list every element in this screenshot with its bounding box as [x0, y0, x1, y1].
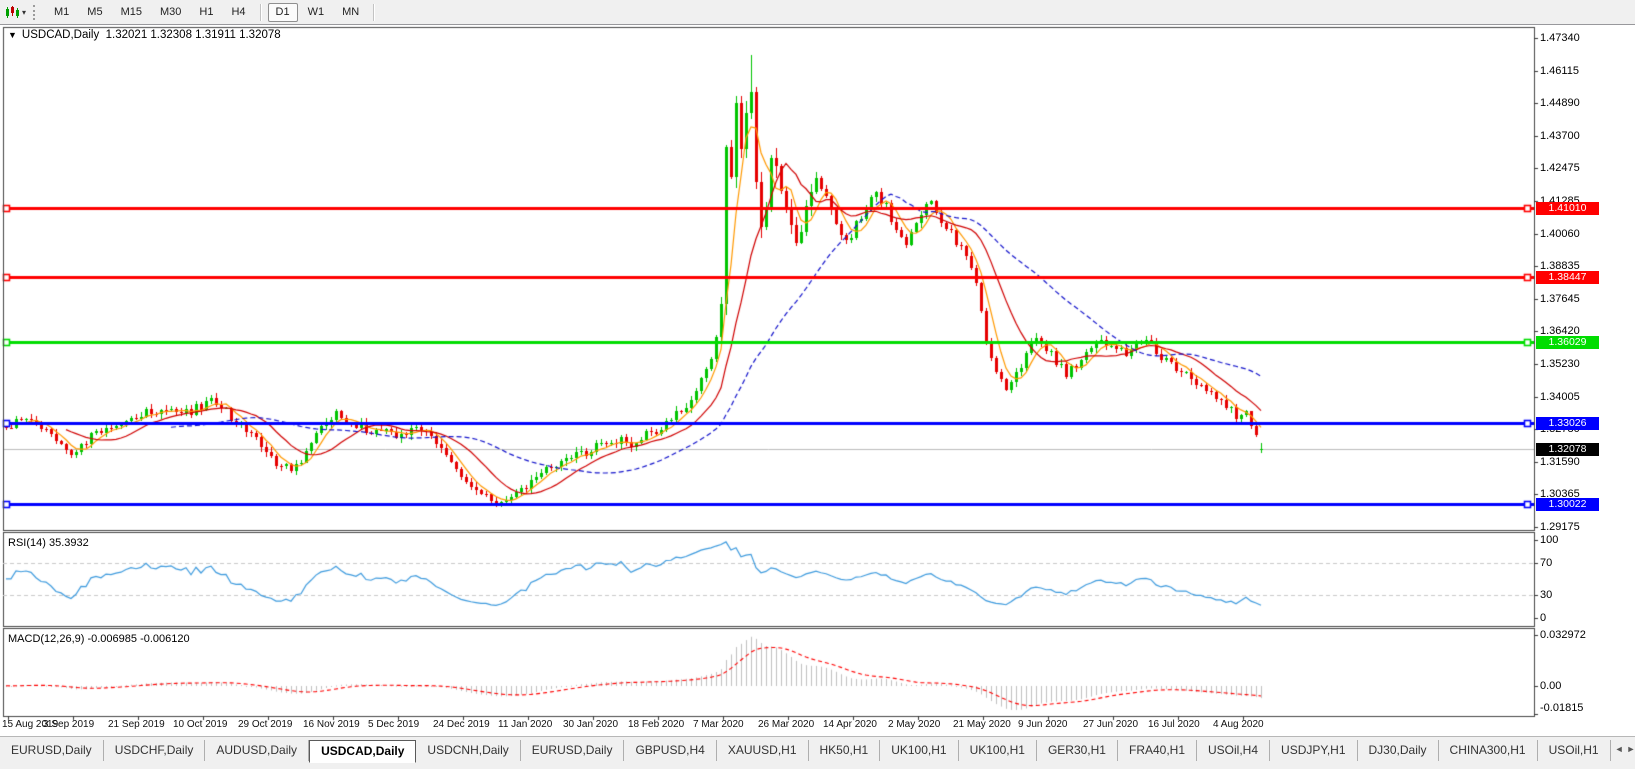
date-axis-label: 14 Apr 2020	[823, 719, 877, 730]
price-level-tag[interactable]: 1.38447	[1536, 271, 1599, 284]
price-level-tag[interactable]: 1.36029	[1536, 336, 1599, 349]
symbol-tab-eurusd-5[interactable]: EURUSD,Daily	[521, 740, 625, 761]
date-axis-label: 4 Aug 2020	[1213, 719, 1264, 730]
timeframe-button-m30[interactable]: M30	[152, 3, 189, 22]
timeframe-button-w1[interactable]: W1	[300, 3, 333, 22]
chart-type-button[interactable]: ▾	[0, 2, 30, 22]
rsi-axis-label: 30	[1540, 588, 1553, 601]
timeframe-button-h4[interactable]: H4	[223, 3, 253, 22]
rsi-axis-label: 70	[1540, 557, 1553, 570]
date-axis-label: 11 Jan 2020	[498, 719, 553, 730]
price-axis-label: 1.31590	[1540, 455, 1580, 468]
symbol-tab-eurusd-0[interactable]: EURUSD,Daily	[0, 740, 104, 761]
symbol-tab-uk100-9[interactable]: UK100,H1	[880, 740, 959, 761]
date-axis-label: 21 Sep 2019	[108, 719, 165, 730]
price-axis-label: 1.29175	[1540, 521, 1580, 533]
symbol-tab-hk50-8[interactable]: HK50,H1	[809, 740, 881, 761]
date-axis-label: 16 Jul 2020	[1148, 719, 1200, 730]
date-axis-label: 16 Nov 2019	[303, 719, 360, 730]
price-axis-label: 1.40060	[1540, 227, 1580, 240]
date-axis-label: 3 Sep 2019	[43, 719, 95, 730]
timeframe-toolbar: ▾ M1 M5 M15 M30 H1 H4 D1 W1 MN	[0, 0, 1635, 25]
tab-scroll-right-icon[interactable]: ►	[1627, 744, 1635, 754]
price-axis-label: 1.35230	[1540, 358, 1580, 370]
price-axis-label: 1.34005	[1540, 390, 1580, 403]
price-level-tag[interactable]: 1.41010	[1536, 202, 1599, 215]
price-level-tag[interactable]: 1.30022	[1536, 498, 1599, 511]
symbol-tabbar: EURUSD,Daily USDCHF,Daily AUDUSD,Daily USDC…	[0, 736, 1635, 769]
date-axis-label: 30 Jan 2020	[563, 719, 619, 730]
symbol-tab-usdjpy-14[interactable]: USDJPY,H1	[1270, 740, 1358, 761]
timeframe-button-m1[interactable]: M1	[46, 3, 77, 22]
toolbar-separator	[259, 3, 262, 21]
rsi-axis-label: 100	[1540, 534, 1559, 546]
price-axis-label: 1.44890	[1540, 97, 1580, 110]
toolbar-grip[interactable]	[33, 4, 39, 20]
symbol-tab-china300-16[interactable]: CHINA300,H1	[1439, 740, 1538, 761]
symbol-tab-ger30-11[interactable]: GER30,H1	[1037, 740, 1118, 761]
macd-axis-label: -0.01815	[1540, 702, 1584, 714]
price-axis-label: 1.37645	[1540, 292, 1580, 305]
date-axis-label: 9 Jun 2020	[1018, 719, 1068, 730]
date-axis-label: 5 Dec 2019	[368, 719, 420, 730]
candlestick-chart-icon	[6, 6, 19, 18]
price-axis-label: 1.46115	[1540, 64, 1579, 77]
timeframe-button-h1[interactable]: H1	[191, 3, 221, 22]
chart-dropdown-caret-icon[interactable]: ▼	[8, 30, 17, 40]
symbol-tab-usoil-17[interactable]: USOil,H1	[1538, 740, 1611, 761]
price-level-tag[interactable]: 1.33026	[1536, 417, 1599, 430]
symbol-tab-dj30-15[interactable]: DJ30,Daily	[1358, 740, 1439, 761]
timeframe-button-d1[interactable]: D1	[267, 2, 298, 22]
macd-axis-label: 0.00	[1540, 680, 1562, 692]
chart-title-symbol: USDCAD,Daily	[21, 29, 100, 41]
macd-label: MACD(12,26,9) -0.006985 -0.006120	[8, 633, 190, 645]
symbol-tab-gbpusd-6[interactable]: GBPUSD,H4	[624, 740, 717, 761]
symbol-tab-usdchf-1[interactable]: USDCHF,Daily	[104, 740, 206, 761]
chart-canvas[interactable]	[0, 0, 1635, 768]
date-axis-label: 7 Mar 2020	[693, 719, 744, 730]
chevron-down-icon: ▾	[22, 7, 27, 17]
date-axis-label: 18 Feb 2020	[628, 719, 685, 730]
date-axis-label: 21 May 2020	[953, 719, 1011, 730]
price-axis-label: 1.47340	[1540, 32, 1580, 44]
rsi-axis-label: 0	[1540, 612, 1547, 624]
timeframe-button-mn[interactable]: MN	[334, 3, 367, 22]
chart-title: ▼ USDCAD,Daily 1.32021 1.32308 1.31911 1.…	[8, 29, 281, 41]
timeframe-button-m5[interactable]: M5	[79, 3, 110, 22]
date-axis-label: 29 Oct 2019	[238, 719, 293, 730]
date-axis-label: 24 Dec 2019	[433, 719, 490, 730]
date-axis-label: 26 Mar 2020	[758, 719, 815, 730]
price-axis-label: 1.42475	[1540, 162, 1580, 175]
date-axis-label: 10 Oct 2019	[173, 719, 228, 730]
symbol-tab-uk100-10[interactable]: UK100,H1	[959, 740, 1037, 761]
symbol-tab-usoil-13[interactable]: USOil,H4	[1197, 740, 1271, 761]
symbol-tab-audusd-2[interactable]: AUDUSD,Daily	[205, 740, 310, 761]
tab-scroll-left-icon[interactable]: ◄	[1615, 744, 1624, 754]
rsi-label: RSI(14) 35.3932	[8, 537, 89, 549]
current-price-tag: 1.32078	[1536, 443, 1599, 456]
price-axis-label: 1.43700	[1540, 129, 1580, 142]
chart-title-ohlc: 1.32021 1.32308 1.31911 1.32078	[105, 29, 281, 41]
date-axis-label: 2 May 2020	[888, 719, 941, 730]
symbol-tab-fra40-12[interactable]: FRA40,H1	[1118, 740, 1198, 761]
symbol-tab-usdcad-3[interactable]: USDCAD,Daily	[309, 740, 417, 763]
timeframe-button-m15[interactable]: M15	[113, 3, 150, 22]
macd-axis-label: 0.032972	[1540, 628, 1586, 641]
symbol-tab-xauusd-7[interactable]: XAUUSD,H1	[717, 740, 809, 761]
toolbar-separator	[373, 3, 376, 21]
symbol-tab-usdcnh-4[interactable]: USDCNH,Daily	[416, 740, 521, 761]
date-axis-label: 27 Jun 2020	[1083, 719, 1139, 730]
